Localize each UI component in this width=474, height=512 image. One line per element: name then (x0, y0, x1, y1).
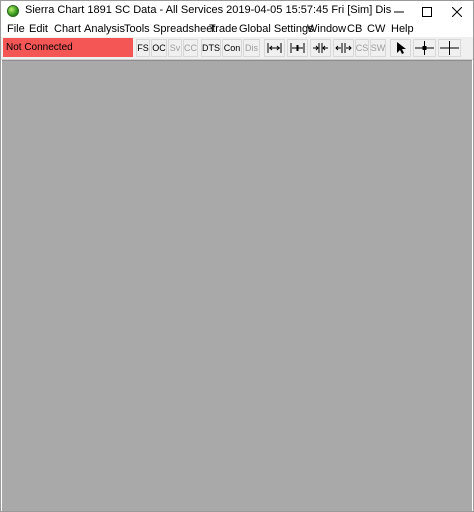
bar-spacing-increase-icon (290, 43, 305, 53)
bar-spacing-decrease-icon (267, 43, 282, 53)
pointer-button[interactable] (390, 39, 411, 57)
sv-button[interactable]: Sv (168, 39, 182, 57)
crosshair-large-icon (440, 41, 459, 55)
menu-tools[interactable]: Tools (124, 23, 150, 35)
oc-button[interactable]: OC (151, 39, 167, 57)
title-bar[interactable]: Sierra Chart 1891 SC Data - All Services… (1, 1, 473, 23)
connection-status-box[interactable]: Not Connected (3, 38, 133, 57)
close-button[interactable] (442, 1, 472, 23)
minimize-icon (394, 11, 404, 13)
menu-cb[interactable]: CB (347, 23, 362, 35)
menu-trade[interactable]: Trade (209, 23, 237, 35)
crosshair-large-button[interactable] (438, 39, 461, 57)
cs-button[interactable]: CS (355, 39, 369, 57)
menu-edit[interactable]: Edit (29, 23, 48, 35)
chart-area[interactable] (2, 60, 472, 511)
zoom-out-bars-button[interactable] (333, 39, 354, 57)
zoom-out-bars-icon (335, 43, 352, 53)
minimize-button[interactable] (384, 1, 414, 23)
zoom-in-bars-icon (313, 43, 328, 53)
menu-help[interactable]: Help (391, 23, 414, 35)
window-title: Sierra Chart 1891 SC Data - All Services… (25, 4, 392, 16)
sw-button[interactable]: SW (370, 39, 386, 57)
toolbar: Not Connected FS OC Sv CC DTS Con Dis CS… (1, 37, 473, 60)
dis-button[interactable]: Dis (243, 39, 260, 57)
menu-analysis[interactable]: Analysis (84, 23, 125, 35)
con-button[interactable]: Con (222, 39, 242, 57)
bar-spacing-increase-button[interactable] (287, 39, 308, 57)
menu-spreadsheet[interactable]: Spreadsheet (153, 23, 215, 35)
menu-window[interactable]: Window (307, 23, 346, 35)
menu-file[interactable]: File (7, 23, 25, 35)
crosshair-icon (415, 41, 434, 55)
bar-spacing-decrease-button[interactable] (264, 39, 285, 57)
menu-bar: File Edit Chart Analysis Tools Spreadshe… (1, 23, 473, 37)
menu-cw[interactable]: CW (367, 23, 385, 35)
fs-button[interactable]: FS (136, 39, 150, 57)
close-icon (452, 7, 462, 17)
zoom-in-bars-button[interactable] (310, 39, 331, 57)
menu-global-settings[interactable]: Global Settings (239, 23, 314, 35)
cc-button[interactable]: CC (183, 39, 198, 57)
menu-chart[interactable]: Chart (54, 23, 81, 35)
pointer-icon (396, 42, 406, 54)
crosshair-button[interactable] (413, 39, 436, 57)
maximize-icon (422, 7, 432, 17)
dts-button[interactable]: DTS (201, 39, 221, 57)
maximize-button[interactable] (412, 1, 442, 23)
main-window: Sierra Chart 1891 SC Data - All Services… (0, 0, 474, 512)
sierra-chart-logo-icon (7, 5, 19, 17)
